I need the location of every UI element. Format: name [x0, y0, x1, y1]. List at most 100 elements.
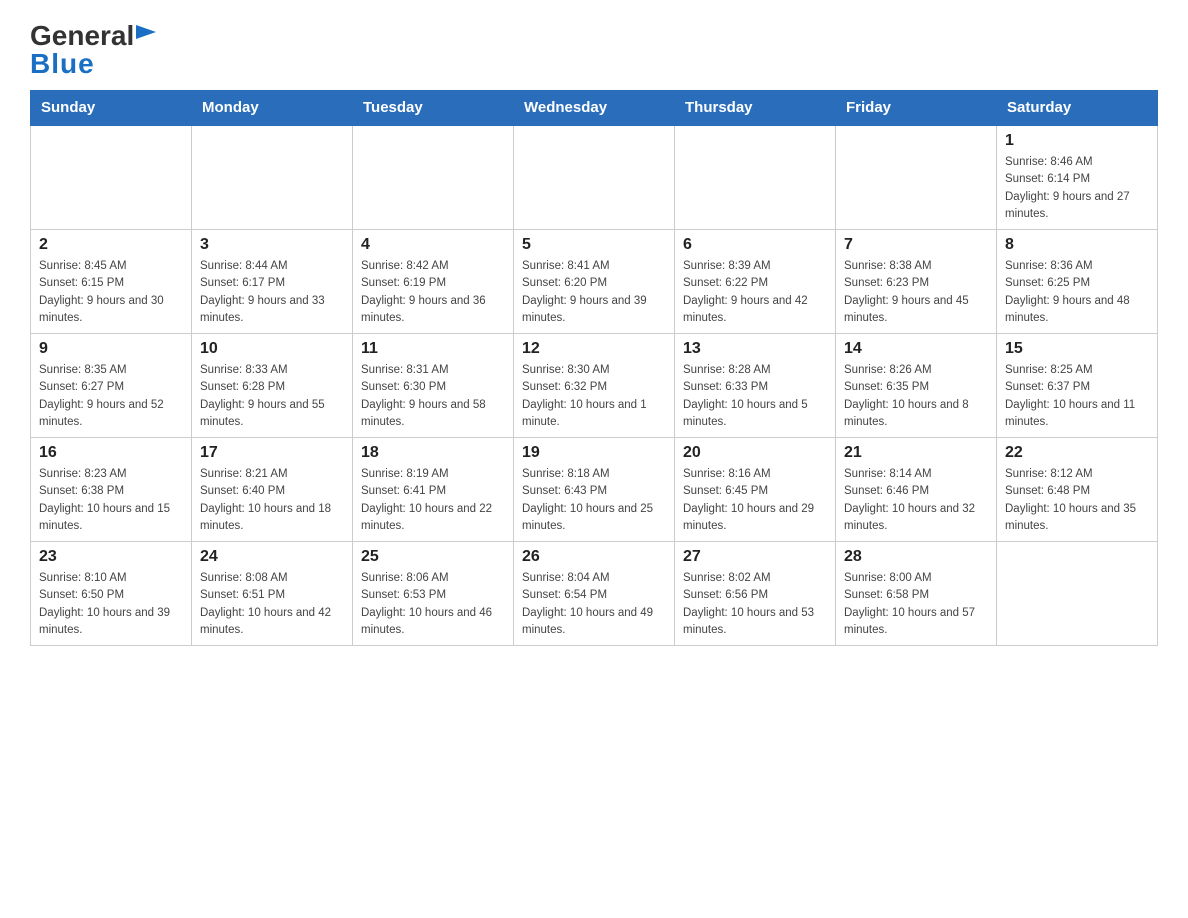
day-info: Sunrise: 8:21 AMSunset: 6:40 PMDaylight:… [200, 466, 344, 535]
calendar-week-row: 16 Sunrise: 8:23 AMSunset: 6:38 PMDayligh… [31, 438, 1158, 542]
day-number: 5 [522, 236, 666, 254]
day-number: 12 [522, 340, 666, 358]
day-info: Sunrise: 8:44 AMSunset: 6:17 PMDaylight:… [200, 258, 344, 327]
day-info: Sunrise: 8:26 AMSunset: 6:35 PMDaylight:… [844, 362, 988, 431]
calendar-cell: 3 Sunrise: 8:44 AMSunset: 6:17 PMDaylight… [192, 230, 353, 334]
day-number: 24 [200, 548, 344, 566]
calendar-cell: 20 Sunrise: 8:16 AMSunset: 6:45 PMDayligh… [675, 438, 836, 542]
calendar-cell: 14 Sunrise: 8:26 AMSunset: 6:35 PMDayligh… [836, 334, 997, 438]
weekday-header-thursday: Thursday [675, 91, 836, 126]
day-info: Sunrise: 8:38 AMSunset: 6:23 PMDaylight:… [844, 258, 988, 327]
day-number: 7 [844, 236, 988, 254]
page-header: General Blue [30, 20, 1158, 80]
day-number: 13 [683, 340, 827, 358]
calendar-cell: 1 Sunrise: 8:46 AMSunset: 6:14 PMDaylight… [997, 125, 1158, 230]
calendar-cell: 2 Sunrise: 8:45 AMSunset: 6:15 PMDaylight… [31, 230, 192, 334]
calendar-cell: 10 Sunrise: 8:33 AMSunset: 6:28 PMDayligh… [192, 334, 353, 438]
calendar-cell [192, 125, 353, 230]
day-info: Sunrise: 8:14 AMSunset: 6:46 PMDaylight:… [844, 466, 988, 535]
calendar-week-row: 2 Sunrise: 8:45 AMSunset: 6:15 PMDaylight… [31, 230, 1158, 334]
day-info: Sunrise: 8:04 AMSunset: 6:54 PMDaylight:… [522, 570, 666, 639]
calendar-cell: 22 Sunrise: 8:12 AMSunset: 6:48 PMDayligh… [997, 438, 1158, 542]
day-info: Sunrise: 8:45 AMSunset: 6:15 PMDaylight:… [39, 258, 183, 327]
day-info: Sunrise: 8:42 AMSunset: 6:19 PMDaylight:… [361, 258, 505, 327]
calendar-cell [675, 125, 836, 230]
calendar-cell: 11 Sunrise: 8:31 AMSunset: 6:30 PMDayligh… [353, 334, 514, 438]
day-info: Sunrise: 8:12 AMSunset: 6:48 PMDaylight:… [1005, 466, 1149, 535]
day-info: Sunrise: 8:30 AMSunset: 6:32 PMDaylight:… [522, 362, 666, 431]
day-info: Sunrise: 8:02 AMSunset: 6:56 PMDaylight:… [683, 570, 827, 639]
day-number: 2 [39, 236, 183, 254]
day-info: Sunrise: 8:39 AMSunset: 6:22 PMDaylight:… [683, 258, 827, 327]
day-info: Sunrise: 8:46 AMSunset: 6:14 PMDaylight:… [1005, 154, 1149, 223]
day-number: 4 [361, 236, 505, 254]
day-info: Sunrise: 8:23 AMSunset: 6:38 PMDaylight:… [39, 466, 183, 535]
calendar-week-row: 1 Sunrise: 8:46 AMSunset: 6:14 PMDaylight… [31, 125, 1158, 230]
calendar-week-row: 23 Sunrise: 8:10 AMSunset: 6:50 PMDayligh… [31, 542, 1158, 646]
day-number: 8 [1005, 236, 1149, 254]
day-number: 27 [683, 548, 827, 566]
day-number: 20 [683, 444, 827, 462]
weekday-header-saturday: Saturday [997, 91, 1158, 126]
calendar-cell: 6Sunrise: 8:39 AMSunset: 6:22 PMDaylight… [675, 230, 836, 334]
day-number: 28 [844, 548, 988, 566]
calendar-cell: 13 Sunrise: 8:28 AMSunset: 6:33 PMDayligh… [675, 334, 836, 438]
day-number: 9 [39, 340, 183, 358]
logo-blue-area: Blue [30, 48, 95, 80]
calendar-cell: 26 Sunrise: 8:04 AMSunset: 6:54 PMDayligh… [514, 542, 675, 646]
calendar-cell: 23 Sunrise: 8:10 AMSunset: 6:50 PMDayligh… [31, 542, 192, 646]
calendar-cell: 4 Sunrise: 8:42 AMSunset: 6:19 PMDaylight… [353, 230, 514, 334]
day-number: 10 [200, 340, 344, 358]
day-number: 26 [522, 548, 666, 566]
day-info: Sunrise: 8:00 AMSunset: 6:58 PMDaylight:… [844, 570, 988, 639]
day-number: 19 [522, 444, 666, 462]
weekday-header-wednesday: Wednesday [514, 91, 675, 126]
day-info: Sunrise: 8:18 AMSunset: 6:43 PMDaylight:… [522, 466, 666, 535]
day-info: Sunrise: 8:41 AMSunset: 6:20 PMDaylight:… [522, 258, 666, 327]
calendar-cell [997, 542, 1158, 646]
calendar-cell [31, 125, 192, 230]
calendar-cell: 5 Sunrise: 8:41 AMSunset: 6:20 PMDaylight… [514, 230, 675, 334]
calendar-cell: 25 Sunrise: 8:06 AMSunset: 6:53 PMDayligh… [353, 542, 514, 646]
logo-flag-icon [136, 22, 156, 42]
weekday-header-friday: Friday [836, 91, 997, 126]
weekday-header-tuesday: Tuesday [353, 91, 514, 126]
weekday-header-row: SundayMondayTuesdayWednesdayThursdayFrid… [31, 91, 1158, 126]
day-number: 22 [1005, 444, 1149, 462]
calendar-cell: 27 Sunrise: 8:02 AMSunset: 6:56 PMDayligh… [675, 542, 836, 646]
day-info: Sunrise: 8:35 AMSunset: 6:27 PMDaylight:… [39, 362, 183, 431]
calendar-cell: 18 Sunrise: 8:19 AMSunset: 6:41 PMDayligh… [353, 438, 514, 542]
calendar-cell: 17 Sunrise: 8:21 AMSunset: 6:40 PMDayligh… [192, 438, 353, 542]
day-info: Sunrise: 8:28 AMSunset: 6:33 PMDaylight:… [683, 362, 827, 431]
day-number: 16 [39, 444, 183, 462]
day-number: 15 [1005, 340, 1149, 358]
calendar-cell: 21 Sunrise: 8:14 AMSunset: 6:46 PMDayligh… [836, 438, 997, 542]
day-info: Sunrise: 8:06 AMSunset: 6:53 PMDaylight:… [361, 570, 505, 639]
day-info: Sunrise: 8:16 AMSunset: 6:45 PMDaylight:… [683, 466, 827, 535]
day-number: 11 [361, 340, 505, 358]
day-info: Sunrise: 8:25 AMSunset: 6:37 PMDaylight:… [1005, 362, 1149, 431]
calendar-cell: 9 Sunrise: 8:35 AMSunset: 6:27 PMDaylight… [31, 334, 192, 438]
day-info: Sunrise: 8:36 AMSunset: 6:25 PMDaylight:… [1005, 258, 1149, 327]
calendar-cell: 24 Sunrise: 8:08 AMSunset: 6:51 PMDayligh… [192, 542, 353, 646]
logo: General Blue [30, 20, 156, 80]
day-info: Sunrise: 8:33 AMSunset: 6:28 PMDaylight:… [200, 362, 344, 431]
day-info: Sunrise: 8:08 AMSunset: 6:51 PMDaylight:… [200, 570, 344, 639]
day-number: 3 [200, 236, 344, 254]
day-number: 21 [844, 444, 988, 462]
day-number: 25 [361, 548, 505, 566]
day-number: 18 [361, 444, 505, 462]
day-info: Sunrise: 8:31 AMSunset: 6:30 PMDaylight:… [361, 362, 505, 431]
day-info: Sunrise: 8:19 AMSunset: 6:41 PMDaylight:… [361, 466, 505, 535]
day-number: 17 [200, 444, 344, 462]
day-number: 23 [39, 548, 183, 566]
calendar-cell: 15 Sunrise: 8:25 AMSunset: 6:37 PMDayligh… [997, 334, 1158, 438]
calendar-cell [836, 125, 997, 230]
logo-blue-label: Blue [30, 48, 95, 79]
weekday-header-monday: Monday [192, 91, 353, 126]
day-info: Sunrise: 8:10 AMSunset: 6:50 PMDaylight:… [39, 570, 183, 639]
calendar-cell: 12 Sunrise: 8:30 AMSunset: 6:32 PMDayligh… [514, 334, 675, 438]
calendar-cell [353, 125, 514, 230]
day-number: 14 [844, 340, 988, 358]
day-number: 1 [1005, 132, 1149, 150]
